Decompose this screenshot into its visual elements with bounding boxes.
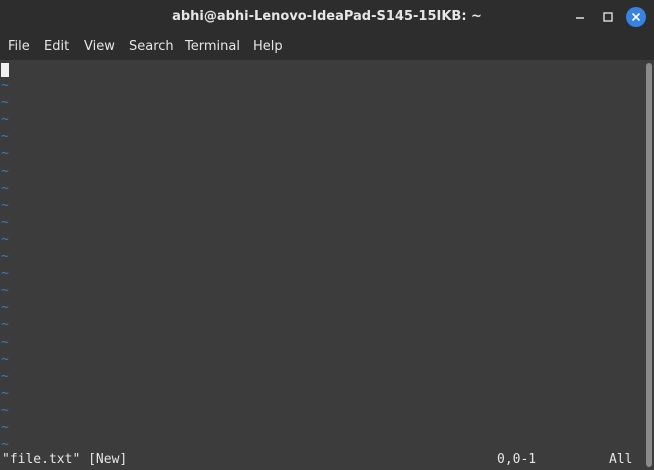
scrollbar-thumb[interactable]: [646, 63, 652, 467]
empty-line-marker: ~: [1, 214, 9, 230]
empty-line-marker: ~: [1, 300, 9, 316]
close-button[interactable]: [626, 7, 646, 27]
title-bar[interactable]: abhi@abhi-Lenovo-IdeaPad-S145-15IKB: ~: [0, 0, 654, 33]
empty-line-marker: ~: [1, 402, 9, 418]
empty-line-marker: ~: [1, 249, 9, 264]
scrollbar[interactable]: [644, 60, 654, 470]
empty-line-marker: ~: [1, 112, 9, 128]
empty-line-marker: ~: [1, 78, 9, 93]
empty-line-marker: ~: [1, 283, 9, 299]
status-file-info: "file.txt" [New]: [2, 452, 128, 467]
menu-view[interactable]: View: [84, 33, 115, 60]
empty-line-marker: ~: [1, 351, 9, 367]
terminal-window: abhi@abhi-Lenovo-IdeaPad-S145-15IKB: ~ F…: [0, 0, 654, 470]
empty-line-marker: ~: [1, 368, 9, 384]
menu-terminal[interactable]: Terminal: [185, 33, 240, 60]
status-cursor-position: 0,0-1: [497, 452, 537, 467]
menu-bar: File Edit View Search Terminal Help: [0, 33, 654, 60]
text-cursor: [1, 63, 9, 77]
minimize-button[interactable]: [570, 7, 590, 27]
empty-line-marker: ~: [1, 197, 9, 213]
menu-edit[interactable]: Edit: [44, 33, 69, 60]
menu-file[interactable]: File: [8, 33, 30, 60]
status-scroll-position: All: [609, 452, 633, 467]
terminal-content[interactable]: ~ ~ ~ ~ ~ ~ ~ ~ ~ ~ ~ ~ ~ ~ ~ ~ ~ ~ ~ ~ ~ ~ "file.txt" [New] …: [0, 60, 644, 470]
empty-line-marker: ~: [1, 317, 9, 333]
empty-line-marker: ~: [1, 385, 9, 401]
empty-line-marker: ~: [1, 266, 9, 282]
window-title: abhi@abhi-Lenovo-IdeaPad-S145-15IKB: ~: [172, 9, 482, 24]
empty-line-marker: ~: [1, 334, 9, 350]
empty-line-marker: ~: [1, 180, 9, 196]
menu-help[interactable]: Help: [253, 33, 283, 60]
empty-line-marker: ~: [1, 163, 9, 179]
vim-status-line: "file.txt" [New] 0,0-1 All: [0, 450, 644, 470]
empty-line-marker: ~: [1, 129, 9, 145]
menu-search[interactable]: Search: [129, 33, 174, 60]
maximize-icon: [603, 12, 613, 22]
empty-line-marker: ~: [1, 231, 9, 247]
empty-line-marker: ~: [1, 146, 9, 162]
close-icon: [631, 12, 641, 22]
empty-line-marker: ~: [1, 420, 9, 435]
maximize-button[interactable]: [598, 7, 618, 27]
minimize-icon: [576, 17, 584, 19]
empty-line-marker: ~: [1, 95, 9, 111]
